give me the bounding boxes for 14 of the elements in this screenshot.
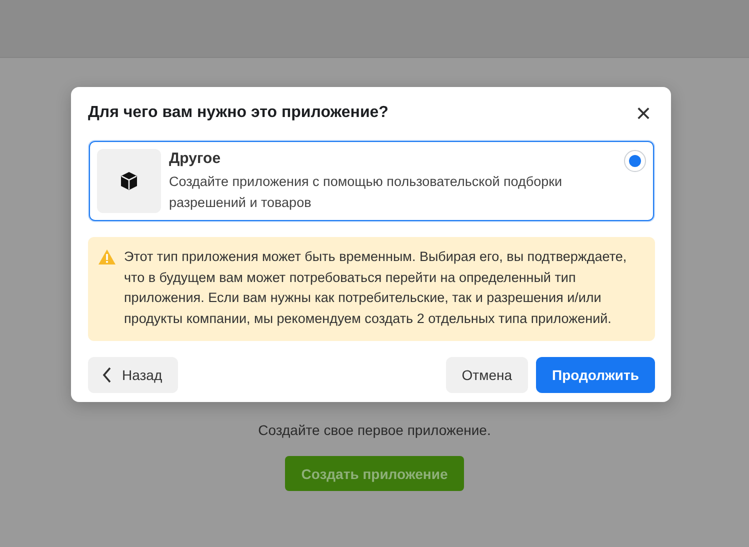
cancel-button[interactable]: Отмена [446, 357, 528, 393]
continue-button[interactable]: Продолжить [536, 357, 655, 393]
warning-text: Этот тип приложения может быть временным. Выбирая его, вы подтверждаете, что в будущем вам может потребоваться перейти на определенный тип приложения. Если вам нужны как потребительские, так и разрешения и/или продукты компании, мы рекомендуем создать 2 отдельных типа приложений. [124, 248, 628, 328]
dialog-title: Для чего вам нужно это приложение? [88, 104, 388, 122]
app-type-option[interactable]: Другое Создайте приложения с помощью пользовательской подборки разрешений и товаров [89, 141, 654, 221]
option-title: Другое [169, 150, 222, 166]
radio-button[interactable] [624, 150, 646, 172]
empty-state-message: Создайте свое первое приложение. [258, 422, 491, 438]
cube-icon [119, 171, 139, 191]
option-description: Создайте приложения с помощью пользовательской подборки разрешений и товаров [169, 172, 564, 212]
close-button[interactable]: × [636, 103, 651, 123]
warning-icon [98, 249, 116, 265]
chevron-left-icon [102, 367, 112, 383]
back-button[interactable]: Назад [88, 357, 178, 393]
